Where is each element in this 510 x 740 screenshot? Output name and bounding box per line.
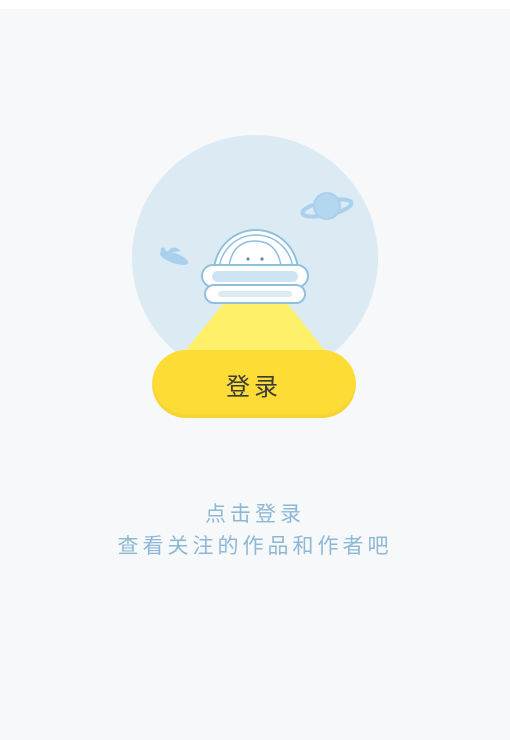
login-hint-line-2: 查看关注的作品和作者吧 xyxy=(117,534,393,558)
login-button-label: 登录 xyxy=(226,372,282,401)
login-hint: 点击登录 查看关注的作品和作者吧 xyxy=(0,498,510,562)
login-button[interactable]: 登录 xyxy=(152,350,356,418)
login-hint-line-1: 点击登录 xyxy=(205,502,305,526)
login-screen: 登录 点击登录 查看关注的作品和作者吧 xyxy=(0,9,510,740)
